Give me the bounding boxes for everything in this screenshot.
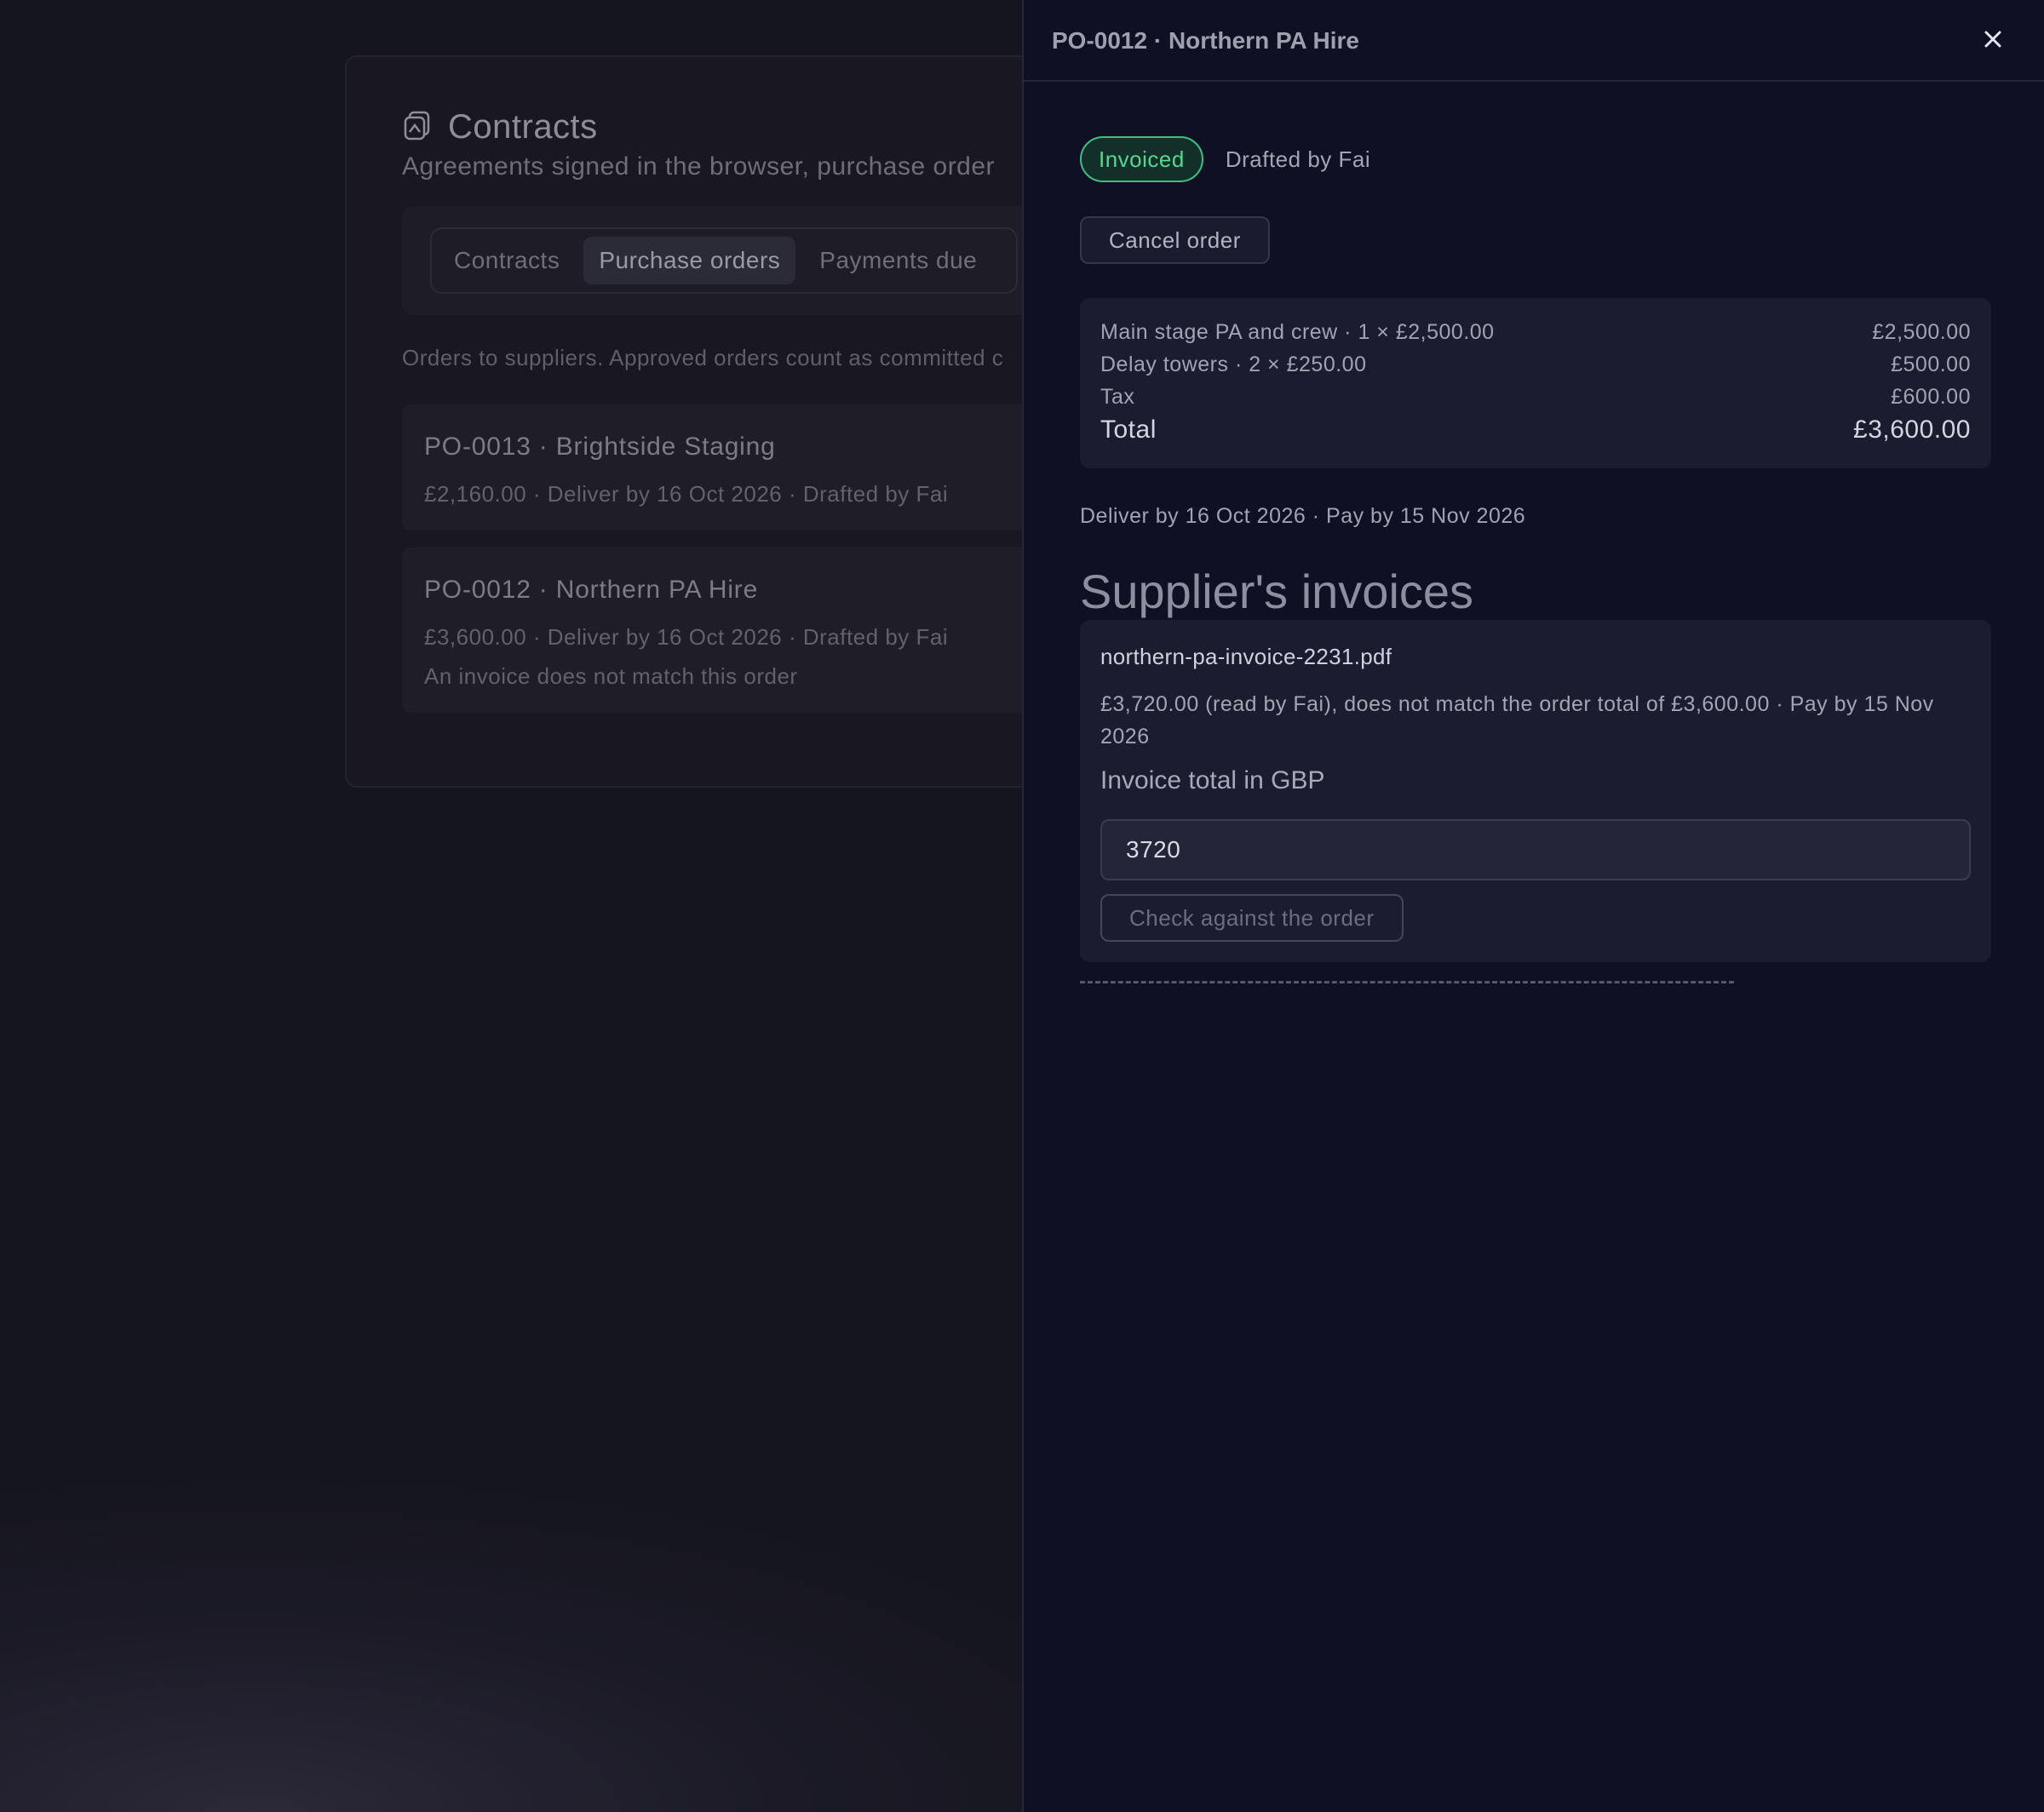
line-label: Tax (1100, 385, 1135, 409)
order-title: PO-0012 · Northern PA Hire (424, 576, 759, 604)
dashed-divider (1080, 981, 1734, 983)
order-card-po-0013[interactable]: PO-0013 · Brightside Staging £2,160.00 ·… (402, 404, 1083, 530)
drawer-title: PO-0012 · Northern PA Hire (1052, 27, 1359, 54)
invoice-file-link[interactable]: northern-pa-invoice-2231.pdf (1100, 644, 1392, 670)
line-amount: £2,500.00 (1872, 320, 1971, 344)
line-label: Delay towers · 2 × £250.00 (1100, 353, 1367, 376)
invoice-description: £3,720.00 (read by Fai), does not match … (1100, 692, 1934, 748)
line-amount: £600.00 (1891, 385, 1971, 409)
invoice-total-input[interactable] (1100, 819, 1971, 880)
orders-description: Orders to suppliers. Approved orders cou… (402, 345, 1004, 370)
cancel-order-button[interactable]: Cancel order (1080, 216, 1270, 264)
invoice-total-label: Invoice total in GBP (1100, 766, 1325, 794)
order-meta: £2,160.00 · Deliver by 16 Oct 2026 · Dra… (424, 481, 949, 507)
close-button[interactable] (1976, 22, 2010, 56)
line-amount: £500.00 (1891, 353, 1971, 376)
contracts-icon (402, 109, 434, 146)
order-card-po-0012[interactable]: PO-0012 · Northern PA Hire £3,600.00 · D… (402, 548, 1083, 713)
order-lines: Main stage PA and crew · 1 × £2,500.00 £… (1080, 298, 1991, 468)
order-dates: Deliver by 16 Oct 2026 · Pay by 15 Nov 2… (1080, 504, 1526, 528)
close-icon (1984, 31, 2001, 48)
line-item: Tax £600.00 (1100, 385, 1971, 410)
check-against-order-button[interactable]: Check against the order (1100, 894, 1404, 942)
invoice-panel: northern-pa-invoice-2231.pdf £3,720.00 (… (1080, 620, 1991, 962)
invoices-heading: Supplier's invoices (1080, 565, 1474, 618)
total-amount: £3,600.00 (1853, 416, 1971, 444)
order-drawer: PO-0012 · Northern PA Hire Invoiced Draf… (1022, 0, 2044, 1812)
status-badge: Invoiced (1080, 136, 1203, 182)
order-title: PO-0013 · Brightside Staging (424, 433, 776, 461)
contracts-header: Contracts (402, 108, 598, 146)
drafted-by: Drafted by Fai (1225, 146, 1371, 172)
tab-bar: Contracts Purchase orders Payments due (430, 227, 1018, 294)
tabs-wrapper: Contracts Purchase orders Payments due (402, 206, 1083, 315)
total-row: Total £3,600.00 (1100, 416, 1971, 444)
line-label: Main stage PA and crew · 1 × £2,500.00 (1100, 320, 1495, 344)
line-item: Main stage PA and crew · 1 × £2,500.00 £… (1100, 320, 1971, 345)
contracts-title: Contracts (448, 108, 598, 146)
contracts-subtitle: Agreements signed in the browser, purcha… (402, 152, 996, 181)
total-label: Total (1100, 416, 1157, 444)
order-warning: An invoice does not match this order (424, 663, 798, 689)
line-item: Delay towers · 2 × £250.00 £500.00 (1100, 353, 1971, 377)
status-row: Invoiced Drafted by Fai (1080, 136, 1370, 182)
tab-payments-due[interactable]: Payments due (804, 237, 992, 284)
tab-contracts[interactable]: Contracts (439, 237, 575, 284)
tab-purchase-orders[interactable]: Purchase orders (583, 237, 796, 284)
drawer-header: PO-0012 · Northern PA Hire (1024, 0, 2044, 82)
order-meta: £3,600.00 · Deliver by 16 Oct 2026 · Dra… (424, 624, 949, 650)
